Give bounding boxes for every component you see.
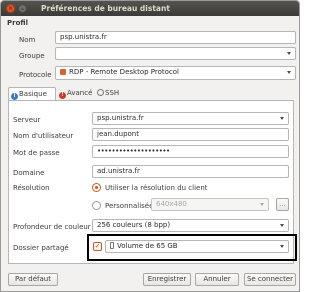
resolution-client-radio[interactable] (92, 183, 101, 192)
window-title: Préférences de bureau distant (41, 4, 170, 13)
tabs-bar: i Basique ! Avancé SSH (8, 87, 293, 100)
name-field[interactable]: psp.unistra.fr (55, 31, 296, 44)
tab-ssh-label: SSH (105, 89, 120, 97)
color-depth-combo[interactable]: 256 couleurs (8 bpp) (92, 219, 289, 232)
minimize-icon[interactable]: – (18, 4, 27, 13)
close-icon[interactable]: × (6, 4, 15, 13)
profile-section-label: Profil (7, 19, 28, 27)
protocol-value: RDP - Remote Desktop Protocol (69, 68, 179, 76)
username-label: Nom d'utilisateur (13, 132, 74, 140)
resolution-custom-label: Personnalisée (105, 202, 154, 210)
color-depth-value: 256 couleurs (8 bpp) (97, 221, 171, 229)
remote-desktop-preferences-window: × – Préférences de bureau distant Profil… (0, 0, 300, 292)
resolution-custom-combo[interactable]: 640x480 (151, 198, 269, 211)
password-field[interactable]: •••••••••••••••••••• (92, 145, 289, 158)
password-label: Mot de passe (13, 149, 60, 157)
color-depth-label: Profondeur de couleur (13, 223, 91, 231)
info-icon: i (11, 93, 18, 100)
annotation-highlight-box (87, 234, 297, 261)
chevron-down-icon (280, 224, 284, 227)
warning-icon: ! (59, 92, 66, 99)
default-button[interactable]: Par défaut (8, 273, 58, 286)
group-combo[interactable] (55, 47, 296, 60)
username-field[interactable]: jean.dupont (92, 128, 289, 141)
chevron-down-icon (287, 52, 291, 55)
server-label: Serveur (13, 116, 41, 124)
chevron-down-icon (260, 203, 264, 206)
chevron-down-icon (280, 117, 284, 120)
titlebar: × – Préférences de bureau distant (1, 1, 299, 16)
tab-avance[interactable]: ! Avancé (57, 87, 93, 100)
name-label: Nom (19, 36, 36, 44)
resolution-more-button[interactable]: ... (276, 198, 289, 211)
resolution-client-label: Utiliser la résolution du client (105, 184, 208, 192)
cancel-button[interactable]: Annuler (195, 273, 239, 286)
tab-ssh[interactable]: SSH (95, 87, 125, 100)
chevron-down-icon (287, 71, 291, 74)
resolution-custom-value: 640x480 (156, 200, 187, 208)
server-value: psp.unistra.fr (97, 114, 144, 122)
tab-avance-label: Avancé (67, 89, 93, 97)
save-button[interactable]: Enregistrer (143, 273, 191, 286)
resolution-label: Résolution (13, 184, 50, 192)
rdp-icon (60, 69, 66, 75)
shared-folder-label: Dossier partagé (13, 244, 69, 252)
domain-label: Domaine (13, 169, 45, 177)
ssh-icon (97, 89, 104, 96)
connect-button[interactable]: Se connecter (244, 273, 296, 286)
server-combo[interactable]: psp.unistra.fr (92, 112, 289, 125)
tab-basique[interactable]: i Basique (8, 87, 56, 100)
tab-basique-label: Basique (19, 90, 47, 98)
protocol-combo[interactable]: RDP - Remote Desktop Protocol (55, 66, 296, 80)
group-label: Groupe (19, 52, 45, 60)
resolution-custom-radio[interactable] (92, 201, 101, 210)
protocol-label: Protocole (19, 71, 52, 79)
domain-field[interactable]: ad.unistra.fr (92, 165, 289, 178)
